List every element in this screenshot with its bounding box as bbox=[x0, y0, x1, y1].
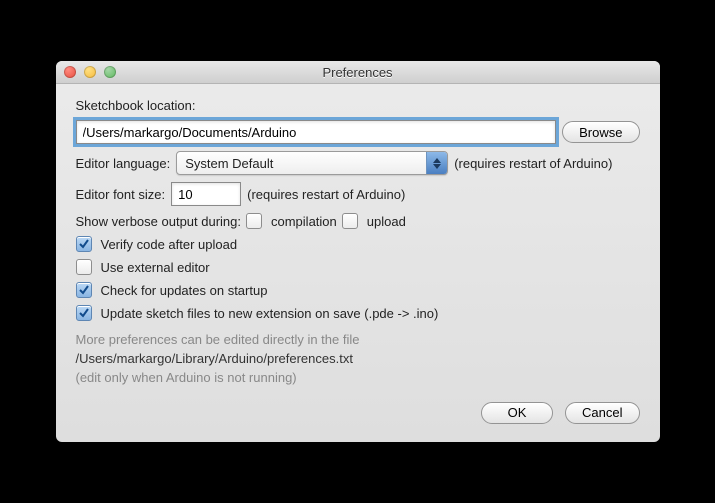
note-block: More preferences can be edited directly … bbox=[76, 331, 640, 388]
upload-checkbox[interactable] bbox=[342, 213, 358, 229]
extension-label: Update sketch files to new extension on … bbox=[101, 306, 439, 321]
updates-label: Check for updates on startup bbox=[101, 283, 268, 298]
window-title: Preferences bbox=[322, 65, 392, 80]
minimize-icon[interactable] bbox=[84, 66, 96, 78]
sketchbook-label: Sketchbook location: bbox=[76, 98, 640, 113]
verbose-label: Show verbose output during: bbox=[76, 214, 242, 229]
ok-button[interactable]: OK bbox=[481, 402, 553, 424]
verify-checkbox[interactable] bbox=[76, 236, 92, 252]
verify-label: Verify code after upload bbox=[101, 237, 238, 252]
language-hint: (requires restart of Arduino) bbox=[454, 156, 612, 171]
verbose-row: Show verbose output during: compilation … bbox=[76, 213, 640, 229]
fontsize-label: Editor font size: bbox=[76, 187, 166, 202]
external-editor-checkbox[interactable] bbox=[76, 259, 92, 275]
note-line3: (edit only when Arduino is not running) bbox=[76, 369, 640, 388]
fontsize-hint: (requires restart of Arduino) bbox=[247, 187, 405, 202]
select-caps-icon bbox=[426, 152, 447, 174]
fontsize-input[interactable] bbox=[171, 182, 241, 206]
language-selected: System Default bbox=[177, 156, 426, 171]
note-path: /Users/markargo/Library/Arduino/preferen… bbox=[76, 350, 640, 369]
browse-button[interactable]: Browse bbox=[562, 121, 639, 143]
zoom-icon[interactable] bbox=[104, 66, 116, 78]
compilation-label: compilation bbox=[271, 214, 337, 229]
close-icon[interactable] bbox=[64, 66, 76, 78]
traffic-lights bbox=[64, 66, 116, 78]
note-line1: More preferences can be edited directly … bbox=[76, 331, 640, 350]
language-label: Editor language: bbox=[76, 156, 171, 171]
compilation-checkbox[interactable] bbox=[246, 213, 262, 229]
dialog-body: Sketchbook location: Browse Editor langu… bbox=[56, 84, 660, 442]
cancel-button[interactable]: Cancel bbox=[565, 402, 639, 424]
language-select[interactable]: System Default bbox=[176, 151, 448, 175]
titlebar: Preferences bbox=[56, 61, 660, 84]
extension-checkbox[interactable] bbox=[76, 305, 92, 321]
preferences-window: Preferences Sketchbook location: Browse … bbox=[56, 61, 660, 442]
sketchbook-input[interactable] bbox=[76, 120, 557, 144]
updates-checkbox[interactable] bbox=[76, 282, 92, 298]
external-editor-label: Use external editor bbox=[101, 260, 210, 275]
upload-label: upload bbox=[367, 214, 406, 229]
